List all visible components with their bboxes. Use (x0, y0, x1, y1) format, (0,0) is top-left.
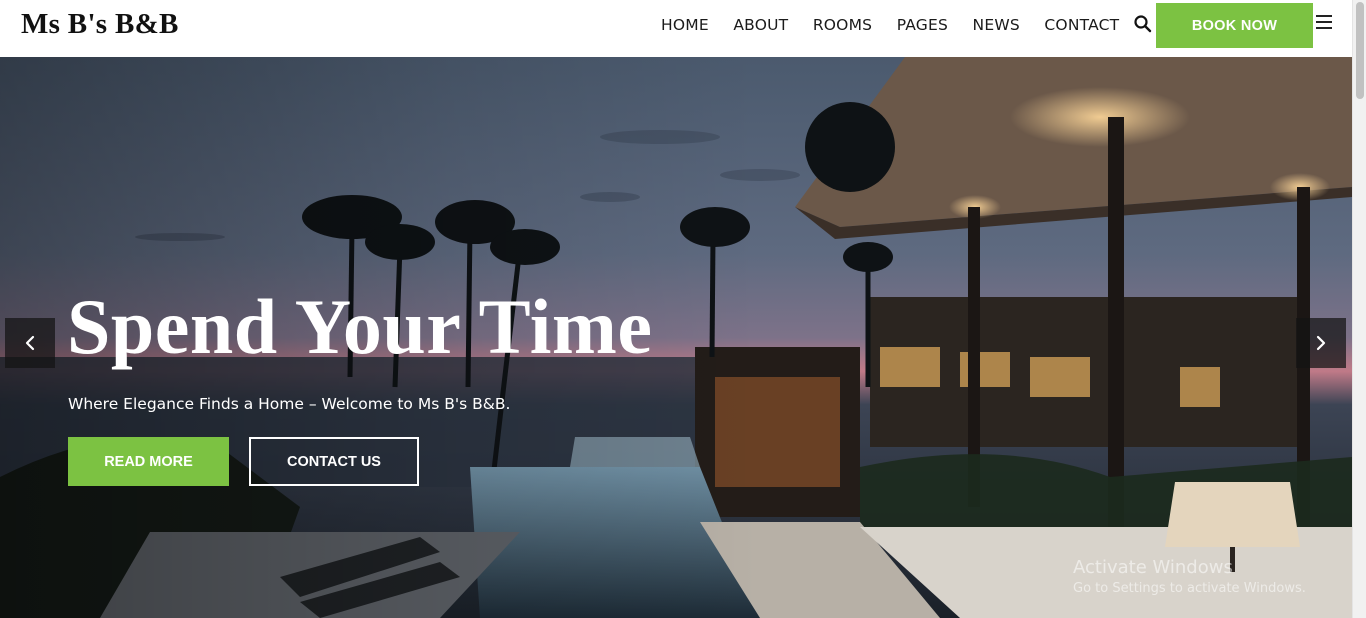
nav-rooms[interactable]: ROOMS (813, 16, 872, 34)
nav-pages[interactable]: PAGES (897, 16, 948, 34)
nav-home[interactable]: HOME (661, 16, 709, 34)
hamburger-menu-icon[interactable] (1316, 15, 1332, 31)
nav-about[interactable]: ABOUT (733, 16, 788, 34)
page-scrollbar[interactable] (1352, 0, 1366, 618)
search-icon[interactable] (1133, 14, 1153, 34)
scrollbar-thumb[interactable] (1356, 2, 1364, 99)
hero-title: Spend Your Time (67, 283, 653, 370)
chevron-right-icon (1316, 335, 1326, 351)
contact-us-button[interactable]: CONTACT US (249, 437, 419, 486)
watermark-line-1: Activate Windows (1073, 557, 1233, 578)
site-header: Ms B's B&B HOME ABOUT ROOMS PAGES NEWS C… (0, 0, 1352, 57)
windows-activation-watermark: Activate Windows Go to Settings to activ… (1073, 557, 1306, 596)
chevron-left-icon (25, 335, 35, 351)
hero-subtitle: Where Elegance Finds a Home – Welcome to… (68, 395, 511, 413)
hero-slider: Spend Your Time Where Elegance Finds a H… (0, 57, 1352, 618)
book-now-button[interactable]: BOOK NOW (1156, 3, 1313, 48)
site-logo[interactable]: Ms B's B&B (21, 8, 179, 41)
nav-news[interactable]: NEWS (973, 16, 1020, 34)
watermark-line-2: Go to Settings to activate Windows. (1073, 581, 1306, 596)
nav-contact[interactable]: CONTACT (1044, 16, 1119, 34)
read-more-button[interactable]: READ MORE (68, 437, 229, 486)
main-nav: HOME ABOUT ROOMS PAGES NEWS CONTACT (661, 0, 1144, 50)
slider-next-button[interactable] (1296, 318, 1346, 368)
slider-prev-button[interactable] (5, 318, 55, 368)
